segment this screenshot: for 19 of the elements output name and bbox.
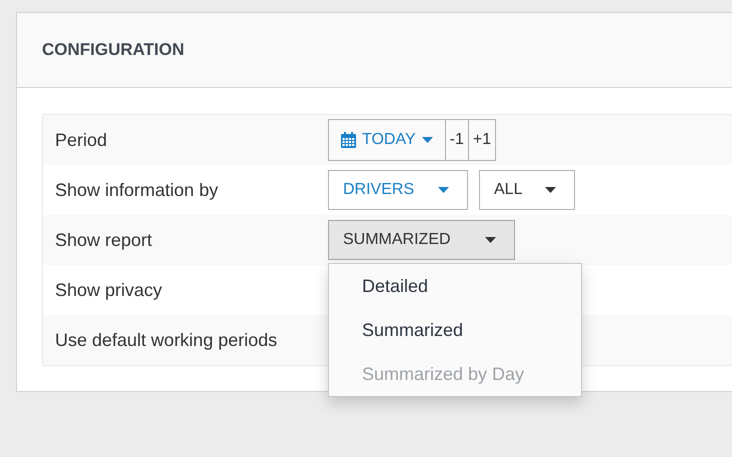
row-label: Show report (54, 230, 154, 250)
caret-icon (545, 187, 556, 193)
select-dropdown[interactable]: ALL (479, 170, 575, 210)
calendar-icon (341, 132, 356, 148)
period-dropdown[interactable]: TODAY (329, 120, 445, 160)
select-dropdown[interactable]: DRIVERS (328, 170, 468, 210)
caret-icon (438, 187, 449, 193)
step-button[interactable]: +1 (468, 120, 496, 160)
report-dropdown[interactable]: SUMMARIZED (328, 220, 515, 260)
caret-icon (422, 137, 433, 143)
row-label: Period (54, 130, 108, 150)
row-label: Use default working periods (54, 330, 278, 350)
menu-item[interactable]: Summarized (329, 308, 581, 352)
row-label: Show information by (54, 180, 220, 200)
step-button[interactable]: -1 (444, 120, 468, 160)
row-label: Show privacy (54, 280, 164, 300)
menu-item[interactable]: Detailed (329, 264, 581, 308)
caret-icon (485, 237, 496, 243)
panel-title: CONFIGURATION (42, 40, 184, 60)
